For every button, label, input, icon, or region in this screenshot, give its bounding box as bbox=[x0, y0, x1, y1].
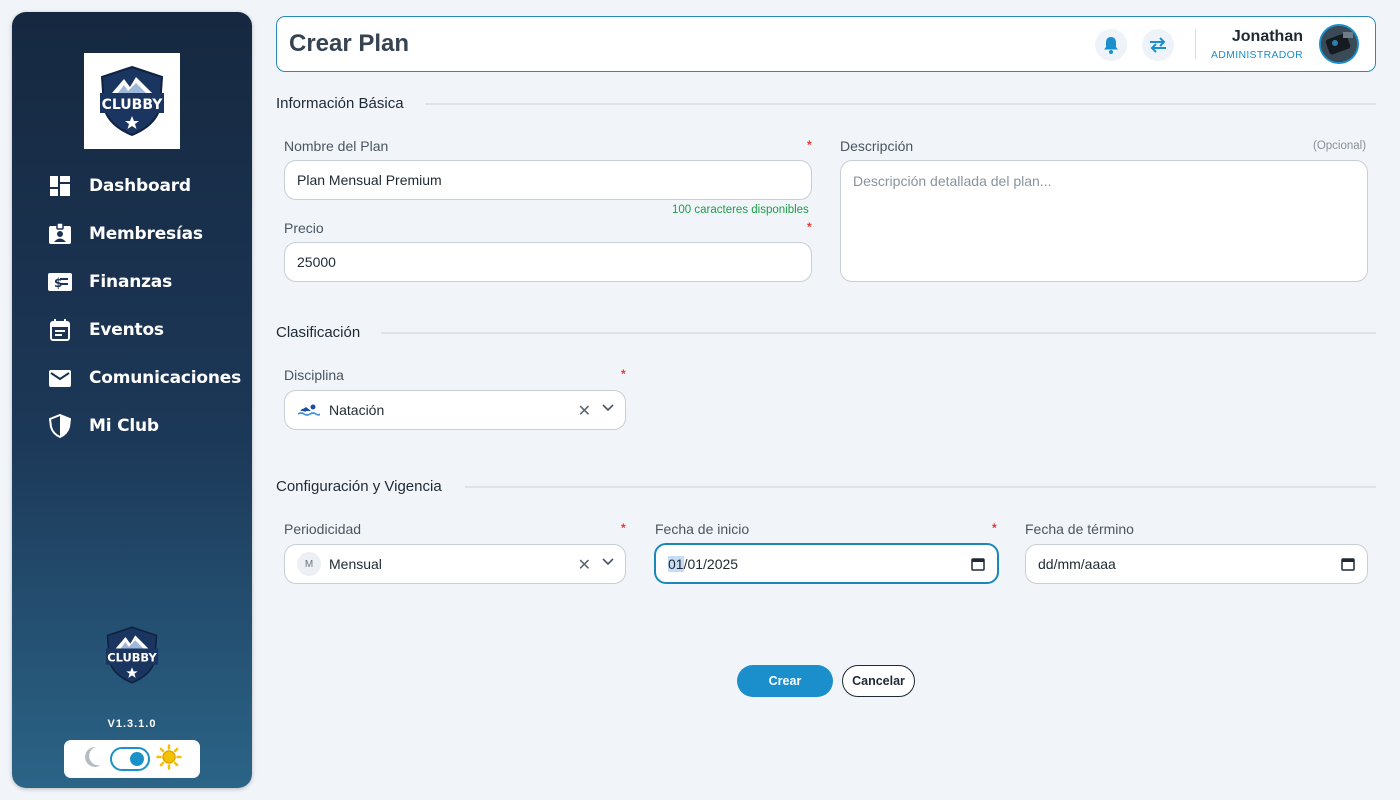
dashboard-icon bbox=[48, 174, 72, 198]
chevron-down-icon[interactable] bbox=[601, 401, 615, 418]
description-label: Descripción bbox=[840, 138, 914, 154]
sidebar-item-comunicaciones[interactable]: Comunicaciones bbox=[12, 354, 252, 402]
notifications-button[interactable] bbox=[1095, 29, 1127, 61]
clubby-logo-icon: CLUBBY bbox=[100, 65, 164, 137]
moon-icon bbox=[82, 746, 102, 773]
sun-icon bbox=[156, 743, 182, 775]
required-mark: * bbox=[621, 367, 626, 381]
page-title: Crear Plan bbox=[289, 30, 410, 57]
cancel-button[interactable]: Cancelar bbox=[842, 665, 915, 697]
section-divider bbox=[381, 332, 1376, 334]
header-divider bbox=[1195, 29, 1196, 59]
sidebar-item-label: Comunicaciones bbox=[89, 368, 241, 388]
plan-name-input[interactable]: Plan Mensual Premium bbox=[284, 160, 812, 200]
sidebar-item-label: Eventos bbox=[89, 320, 164, 340]
end-date-input[interactable]: dd/mm/aaaa bbox=[1025, 544, 1368, 584]
plan-name-label: Nombre del Plan bbox=[284, 138, 389, 154]
swap-arrows-icon bbox=[1150, 37, 1166, 53]
page-header: Crear Plan Jonathan ADMINISTRADOR bbox=[276, 16, 1376, 72]
required-mark: * bbox=[807, 220, 812, 234]
switch-club-button[interactable] bbox=[1142, 29, 1174, 61]
logo-wordmark: CLUBBY bbox=[107, 651, 157, 665]
calendar-icon bbox=[48, 318, 72, 342]
sidebar-item-finanzas[interactable]: $ Finanzas bbox=[12, 258, 252, 306]
required-mark: * bbox=[807, 138, 812, 152]
sidebar-item-label: Dashboard bbox=[89, 176, 191, 196]
description-placeholder: Descripción detallada del plan... bbox=[853, 173, 1052, 189]
user-role: ADMINISTRADOR bbox=[1211, 49, 1303, 61]
price-label: Precio bbox=[284, 220, 324, 236]
swimming-icon bbox=[297, 398, 321, 422]
sidebar-item-label: Mi Club bbox=[89, 416, 159, 436]
clubby-footer-logo: CLUBBY bbox=[101, 624, 163, 686]
plan-name-value: Plan Mensual Premium bbox=[297, 172, 442, 188]
sidebar-item-label: Membresías bbox=[89, 224, 203, 244]
required-mark: * bbox=[992, 521, 997, 535]
clear-icon[interactable]: ✕ bbox=[578, 555, 591, 575]
sidebar: CLUBBY Dashboard Membresías $ Finanzas E… bbox=[12, 12, 252, 788]
avatar[interactable] bbox=[1319, 24, 1359, 64]
create-button[interactable]: Crear bbox=[737, 665, 833, 697]
section-title-config: Configuración y Vigencia bbox=[276, 478, 442, 495]
clubby-logo-icon: CLUBBY bbox=[105, 626, 159, 684]
toggle-knob bbox=[130, 752, 144, 766]
shield-icon bbox=[48, 414, 72, 438]
periodicity-label: Periodicidad bbox=[284, 521, 362, 537]
app-version: V1.3.1.0 bbox=[107, 718, 157, 730]
user-photo-icon bbox=[1321, 26, 1357, 62]
required-mark: * bbox=[621, 521, 626, 535]
sidebar-item-label: Finanzas bbox=[89, 272, 173, 292]
sidebar-nav: Dashboard Membresías $ Finanzas Eventos … bbox=[12, 162, 252, 450]
optional-tag: (Opcional) bbox=[1313, 140, 1367, 152]
section-title-classification: Clasificación bbox=[276, 324, 361, 341]
start-date-rest: /01/2025 bbox=[683, 555, 739, 572]
start-date-label: Fecha de inicio bbox=[655, 521, 750, 537]
section-title-basic: Información Básica bbox=[276, 95, 404, 112]
theme-switcher bbox=[64, 740, 200, 778]
description-textarea[interactable]: Descripción detallada del plan... bbox=[840, 160, 1368, 282]
discipline-select[interactable]: Natación ✕ bbox=[284, 390, 626, 430]
end-date-placeholder: dd/mm/aaaa bbox=[1038, 556, 1116, 572]
user-name: Jonathan bbox=[1231, 28, 1303, 45]
mail-icon bbox=[48, 366, 72, 390]
discipline-label: Disciplina bbox=[284, 367, 344, 383]
chevron-down-icon[interactable] bbox=[601, 555, 615, 572]
theme-toggle[interactable] bbox=[110, 747, 150, 771]
sidebar-item-membresias[interactable]: Membresías bbox=[12, 210, 252, 258]
periodicity-badge: M bbox=[297, 552, 321, 576]
start-date-day-segment[interactable]: 01 bbox=[668, 555, 684, 572]
start-date-input[interactable]: 01/01/2025 bbox=[654, 543, 999, 584]
sidebar-item-eventos[interactable]: Eventos bbox=[12, 306, 252, 354]
sidebar-item-mi-club[interactable]: Mi Club bbox=[12, 402, 252, 450]
calendar-picker-icon[interactable] bbox=[1341, 557, 1355, 574]
char-count-hint: 100 caracteres disponibles bbox=[672, 204, 809, 216]
end-date-label: Fecha de término bbox=[1025, 521, 1134, 537]
periodicity-select[interactable]: M Mensual ✕ bbox=[284, 544, 626, 584]
money-icon: $ bbox=[48, 270, 72, 294]
section-divider bbox=[465, 486, 1376, 488]
price-input[interactable]: 25000 bbox=[284, 242, 812, 282]
clear-icon[interactable]: ✕ bbox=[578, 401, 591, 421]
periodicity-value: Mensual bbox=[329, 556, 382, 572]
sidebar-item-dashboard[interactable]: Dashboard bbox=[12, 162, 252, 210]
calendar-picker-icon[interactable] bbox=[971, 557, 985, 574]
discipline-value: Natación bbox=[329, 402, 385, 418]
bell-icon bbox=[1104, 37, 1118, 54]
section-divider bbox=[425, 103, 1376, 105]
club-logo[interactable]: CLUBBY bbox=[84, 53, 180, 149]
id-badge-icon bbox=[48, 222, 72, 246]
price-value: 25000 bbox=[297, 254, 336, 270]
logo-wordmark: CLUBBY bbox=[102, 97, 164, 113]
